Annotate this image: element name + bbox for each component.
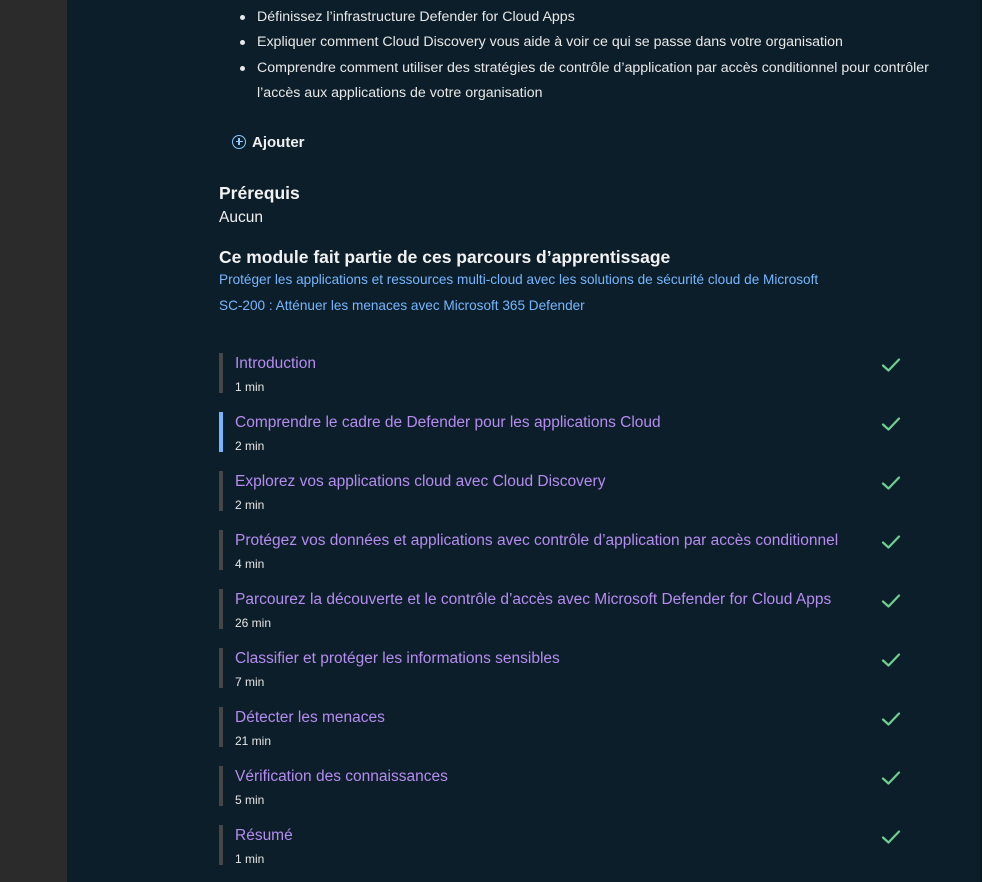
checkmark-icon [881, 830, 901, 844]
unit-title-link[interactable]: Parcourez la découverte et le contrôle d… [235, 591, 831, 609]
unit-title-link[interactable]: Comprendre le cadre de Defender pour les… [235, 414, 661, 432]
unit-title-link[interactable]: Classifier et protéger les informations … [235, 650, 560, 668]
unit-title-link[interactable]: Détecter les menaces [235, 709, 385, 727]
checkmark-icon [881, 653, 901, 667]
unit-duration: 26 min [235, 616, 272, 630]
unit-indicator [219, 648, 223, 688]
checkmark-icon [881, 535, 901, 549]
checkmark-icon [881, 771, 901, 785]
plus-circle-icon [232, 134, 246, 149]
objective-item: Comprendre comment utiliser des stratégi… [235, 56, 955, 106]
unit-duration: 2 min [235, 439, 265, 453]
unit-indicator [219, 530, 223, 570]
unit-item[interactable]: Comprendre le cadre de Defender pour les… [219, 412, 909, 453]
unit-title-link[interactable]: Explorez vos applications cloud avec Clo… [235, 473, 605, 491]
checkmark-icon [881, 594, 901, 608]
learning-path-link[interactable]: SC-200 : Atténuer les menaces avec Micro… [219, 298, 585, 313]
left-gutter [0, 0, 67, 882]
unit-indicator [219, 825, 223, 865]
active-unit-indicator [219, 412, 223, 452]
learning-paths-heading: Ce module fait partie de ces parcours d’… [219, 247, 671, 267]
unit-item[interactable]: Vérification des connaissances 5 min [219, 766, 909, 807]
objective-item: Expliquer comment Cloud Discovery vous a… [235, 30, 955, 56]
prerequisites-heading: Prérequis [219, 183, 300, 203]
learning-path-link[interactable]: Protéger les applications et ressources … [219, 272, 818, 287]
unit-item[interactable]: Parcourez la découverte et le contrôle d… [219, 589, 909, 630]
unit-item[interactable]: Détecter les menaces 21 min [219, 707, 909, 748]
unit-title-link[interactable]: Vérification des connaissances [235, 768, 448, 786]
checkmark-icon [881, 476, 901, 490]
unit-item[interactable]: Résumé 1 min [219, 825, 909, 866]
module-content: Définissez l’infrastructure Defender for… [67, 0, 982, 882]
unit-duration: 7 min [235, 675, 265, 689]
unit-duration: 1 min [235, 852, 265, 866]
checkmark-icon [881, 712, 901, 726]
prerequisites-value: Aucun [219, 209, 263, 226]
unit-duration: 5 min [235, 793, 265, 807]
add-button[interactable]: Ajouter [232, 131, 305, 153]
unit-indicator [219, 589, 223, 629]
unit-duration: 1 min [235, 380, 265, 394]
unit-duration: 21 min [235, 734, 272, 748]
add-button-label: Ajouter [252, 133, 305, 151]
unit-title-link[interactable]: Introduction [235, 355, 316, 373]
checkmark-icon [881, 417, 901, 431]
unit-item[interactable]: Introduction 1 min [219, 353, 909, 394]
unit-item[interactable]: Explorez vos applications cloud avec Clo… [219, 471, 909, 512]
unit-item[interactable]: Classifier et protéger les informations … [219, 648, 909, 689]
unit-indicator [219, 471, 223, 511]
checkmark-icon [881, 358, 901, 372]
learning-objectives-list: Définissez l’infrastructure Defender for… [235, 5, 955, 106]
unit-indicator [219, 353, 223, 393]
unit-duration: 2 min [235, 498, 265, 512]
unit-indicator [219, 707, 223, 747]
unit-item[interactable]: Protégez vos données et applications ave… [219, 530, 909, 571]
unit-indicator [219, 766, 223, 806]
unit-title-link[interactable]: Résumé [235, 827, 293, 845]
objective-item: Définissez l’infrastructure Defender for… [235, 5, 955, 30]
unit-duration: 4 min [235, 557, 265, 571]
unit-title-link[interactable]: Protégez vos données et applications ave… [235, 532, 838, 550]
